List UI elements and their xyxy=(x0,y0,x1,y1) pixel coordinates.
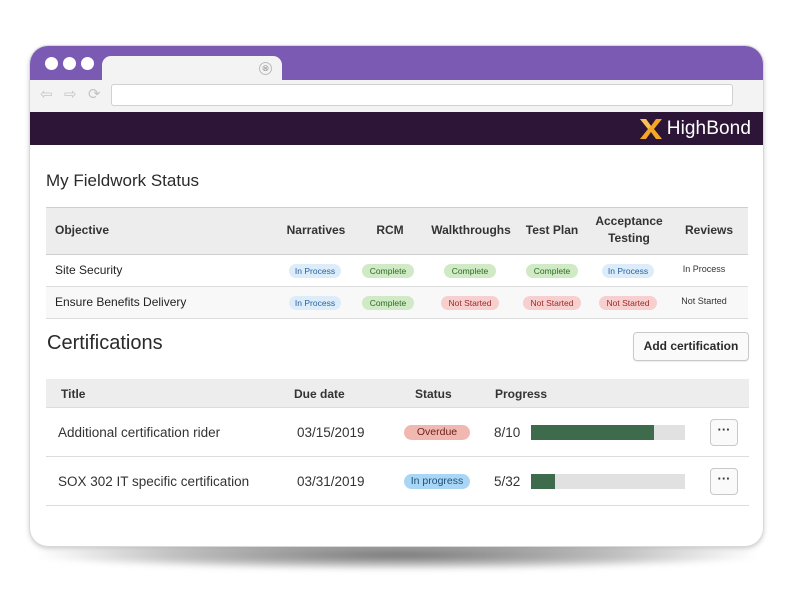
window-maximize-dot[interactable] xyxy=(81,57,94,70)
progress-count: 8/10 xyxy=(494,425,521,440)
status-badge: In progress xyxy=(404,474,470,489)
main-content: My Fieldwork Status Objective Narratives… xyxy=(30,145,763,546)
certification-title[interactable]: Additional certification rider xyxy=(58,425,220,440)
browser-titlebar: ⊗ xyxy=(30,46,763,82)
table-row[interactable]: Site Security In Process Complete Comple… xyxy=(46,255,748,287)
status-badge: Complete xyxy=(362,296,414,310)
forward-arrow-icon[interactable]: ⇨ xyxy=(64,86,77,104)
col-acceptance-line1[interactable]: Acceptance xyxy=(595,214,663,228)
status-badge: Complete xyxy=(362,264,414,278)
due-date: 03/15/2019 xyxy=(297,425,365,440)
fieldwork-table: Objective Narratives RCM Walkthroughs Te… xyxy=(46,207,748,319)
status-badge: Not Started xyxy=(599,296,657,310)
window-minimize-dot[interactable] xyxy=(63,57,76,70)
section-title: Certifications xyxy=(47,332,163,354)
status-badge: In Process xyxy=(602,264,654,278)
progress-bar xyxy=(531,425,685,440)
browser-window: ⊗ ⇦ ⇨ ⟳ HighBond My Fieldwork Status Obj… xyxy=(30,46,763,546)
col-due-date[interactable]: Due date xyxy=(294,387,345,401)
certifications-table-header: Title Due date Status Progress xyxy=(46,379,749,408)
status-badge: In Process xyxy=(289,296,341,310)
address-bar[interactable] xyxy=(111,84,733,106)
review-status: In Process xyxy=(682,264,726,274)
progress-bar-fill xyxy=(531,425,655,440)
highbond-x-icon xyxy=(639,119,662,139)
col-objective[interactable]: Objective xyxy=(55,223,109,237)
col-narratives[interactable]: Narratives xyxy=(286,223,346,237)
app-header: HighBond xyxy=(30,112,763,145)
status-badge: In Process xyxy=(289,264,341,278)
table-row[interactable]: Additional certification rider 03/15/201… xyxy=(46,408,749,457)
status-badge: Complete xyxy=(444,264,496,278)
objective-cell[interactable]: Site Security xyxy=(55,263,122,277)
add-certification-button[interactable]: Add certification xyxy=(633,332,749,361)
due-date: 03/31/2019 xyxy=(297,474,365,489)
col-rcm[interactable]: RCM xyxy=(365,223,415,237)
certifications-table: Title Due date Status Progress Additiona… xyxy=(46,379,749,506)
progress-bar-fill xyxy=(531,474,556,489)
tab-close-icon[interactable]: ⊗ xyxy=(259,62,272,75)
more-options-button[interactable]: ··· xyxy=(710,468,738,495)
back-arrow-icon[interactable]: ⇦ xyxy=(40,86,53,104)
status-badge: Complete xyxy=(526,264,578,278)
col-status[interactable]: Status xyxy=(415,387,452,401)
col-walkthroughs[interactable]: Walkthroughs xyxy=(431,223,511,237)
status-badge: Overdue xyxy=(404,425,470,440)
reload-icon[interactable]: ⟳ xyxy=(88,86,101,104)
window-close-dot[interactable] xyxy=(45,57,58,70)
col-progress[interactable]: Progress xyxy=(495,387,547,401)
progress-count: 5/32 xyxy=(494,474,521,489)
highbond-logo[interactable]: HighBond xyxy=(639,118,751,140)
col-title[interactable]: Title xyxy=(61,387,85,401)
table-row[interactable]: Ensure Benefits Delivery In Process Comp… xyxy=(46,287,748,319)
browser-toolbar: ⇦ ⇨ ⟳ xyxy=(30,80,763,113)
fieldwork-table-header: Objective Narratives RCM Walkthroughs Te… xyxy=(46,207,748,255)
col-acceptance-line2[interactable]: Testing xyxy=(595,231,663,245)
col-test-plan[interactable]: Test Plan xyxy=(522,223,582,237)
status-badge: Not Started xyxy=(441,296,499,310)
review-status: Not Started xyxy=(681,296,727,306)
status-badge: Not Started xyxy=(523,296,581,310)
more-options-button[interactable]: ··· xyxy=(710,419,738,446)
progress-bar xyxy=(531,474,685,489)
browser-tab[interactable]: ⊗ xyxy=(102,56,282,82)
page-title: My Fieldwork Status xyxy=(46,171,200,190)
table-row[interactable]: SOX 302 IT specific certification 03/31/… xyxy=(46,457,749,506)
col-reviews[interactable]: Reviews xyxy=(679,223,739,237)
objective-cell[interactable]: Ensure Benefits Delivery xyxy=(55,295,186,309)
logo-text: HighBond xyxy=(666,118,751,139)
certification-title[interactable]: SOX 302 IT specific certification xyxy=(58,474,249,489)
